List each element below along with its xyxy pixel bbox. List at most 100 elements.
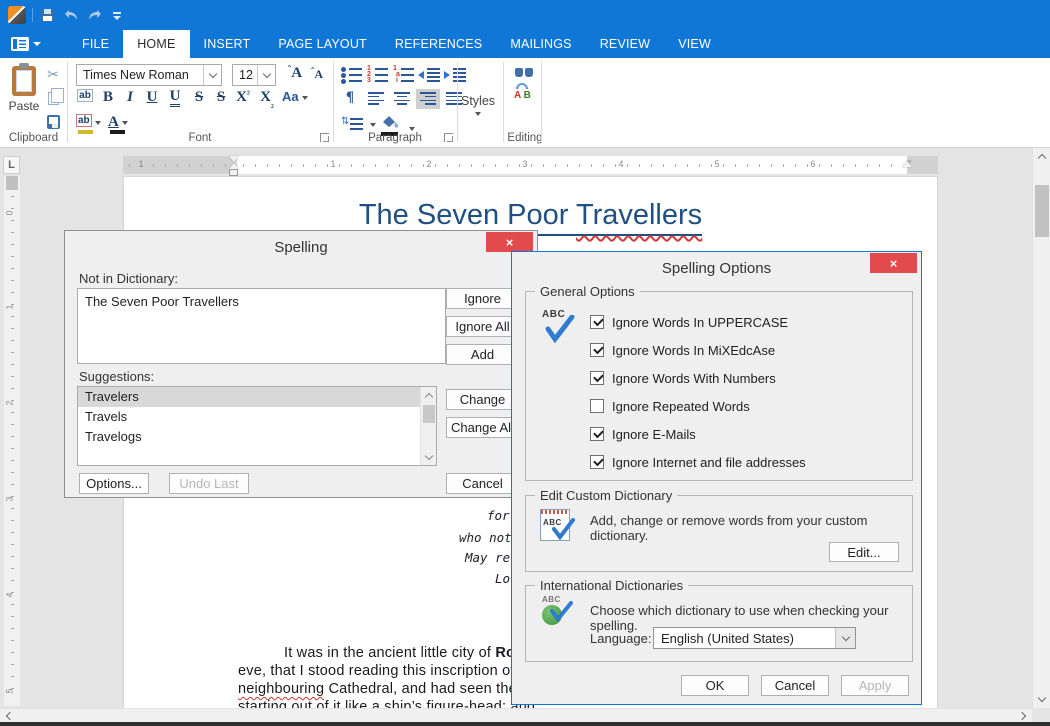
ruler-number: 2	[5, 400, 15, 405]
horizontal-ruler[interactable]: 1 1 2 3 4 5 6 7	[123, 156, 938, 174]
paragraph-dialog-launcher-icon[interactable]	[444, 133, 453, 142]
multilevel-list-button[interactable]: 1 a i	[392, 64, 416, 84]
font-color-button[interactable]: A	[108, 114, 128, 134]
chevron-down-icon[interactable]	[203, 65, 221, 85]
show-marks-button[interactable]: ¶	[341, 89, 359, 109]
checkbox[interactable]	[590, 427, 604, 441]
font-name-combobox[interactable]: Times New Roman	[76, 64, 222, 86]
double-strikethrough-button[interactable]: S	[212, 89, 230, 109]
shrink-font-button[interactable]: ˆA	[308, 67, 326, 87]
suggestion-item[interactable]: Travels	[78, 407, 436, 427]
close-icon[interactable]: ×	[486, 232, 533, 252]
close-icon[interactable]: ×	[870, 253, 917, 273]
vertical-scrollbar[interactable]	[1032, 148, 1050, 708]
grow-font-button[interactable]: ˆA	[286, 65, 304, 85]
tab-review[interactable]: REVIEW	[586, 30, 665, 58]
options-button[interactable]: Options...	[79, 473, 149, 494]
bullets-button[interactable]	[340, 64, 364, 84]
replace-button[interactable]: A B	[514, 90, 531, 101]
tab-file[interactable]: FILE	[68, 30, 123, 58]
vertical-ruler-thumb[interactable]	[6, 176, 18, 190]
styles-button[interactable]: Styles	[461, 94, 495, 116]
language-dropdown[interactable]: English (United States)	[653, 627, 856, 649]
paste-special-button[interactable]	[42, 112, 64, 132]
vertical-ruler[interactable]: 0 1 2 3 4 5	[4, 176, 20, 706]
ignore-all-button[interactable]: Ignore All	[446, 316, 519, 337]
clear-formatting-button[interactable]: ab	[76, 89, 94, 109]
strikethrough-button[interactable]: S	[190, 89, 208, 109]
tab-mailings[interactable]: MAILINGS	[496, 30, 585, 58]
undo-icon[interactable]	[62, 6, 80, 24]
ignore-button[interactable]: Ignore	[446, 288, 519, 309]
chevron-down-icon[interactable]	[257, 65, 275, 85]
font-size-combobox[interactable]: 12	[232, 64, 276, 86]
tab-page-layout[interactable]: PAGE LAYOUT	[264, 30, 381, 58]
align-center-button[interactable]	[390, 89, 414, 109]
tab-references[interactable]: REFERENCES	[381, 30, 496, 58]
shading-button[interactable]	[380, 114, 404, 134]
ok-button[interactable]: OK	[681, 675, 749, 696]
apply-button[interactable]: Apply	[841, 675, 909, 696]
italic-button[interactable]: I	[121, 89, 139, 109]
customize-quick-access-icon[interactable]	[112, 12, 122, 20]
underline-button[interactable]: U	[143, 89, 161, 109]
change-case-button[interactable]: Aa	[282, 89, 308, 109]
tab-home[interactable]: HOME	[123, 30, 189, 58]
chevron-down-icon[interactable]	[835, 628, 855, 648]
numbering-button[interactable]: 1 2 3	[366, 64, 390, 84]
scroll-up-icon[interactable]	[421, 387, 437, 403]
spelling-options-title: Spelling Options	[512, 260, 921, 277]
listbox-scrollbar-thumb[interactable]	[423, 405, 435, 423]
vertical-scrollbar-thumb[interactable]	[1035, 185, 1049, 237]
change-button[interactable]: Change	[446, 389, 519, 410]
undo-last-button[interactable]: Undo Last	[169, 473, 249, 494]
save-icon[interactable]	[38, 6, 56, 24]
align-right-button[interactable]	[416, 89, 440, 109]
align-left-button[interactable]	[364, 89, 388, 109]
double-underline-button[interactable]: U	[166, 89, 184, 109]
cut-button[interactable]: ✂	[42, 64, 64, 84]
change-all-button[interactable]: Change All	[446, 417, 519, 438]
scroll-left-icon[interactable]	[0, 709, 18, 723]
checkbox[interactable]	[590, 455, 604, 469]
right-indent-marker[interactable]	[902, 161, 912, 167]
tab-view[interactable]: VIEW	[664, 30, 725, 58]
superscript-button[interactable]: X²	[234, 89, 252, 109]
font-dialog-launcher-icon[interactable]	[320, 133, 329, 142]
suggestions-listbox[interactable]: TravelersTravelsTravelogs	[77, 386, 437, 466]
listbox-scrollbar[interactable]	[420, 387, 436, 465]
find-button[interactable]	[514, 66, 534, 78]
tab-stop-selector[interactable]: L	[3, 156, 20, 174]
left-indent-marker[interactable]	[229, 169, 238, 176]
edit-dictionary-button[interactable]: Edit...	[829, 542, 899, 562]
scroll-right-icon[interactable]	[1014, 709, 1032, 723]
bold-button[interactable]: B	[99, 89, 117, 109]
scroll-up-icon[interactable]	[1033, 148, 1050, 165]
increase-indent-button[interactable]	[444, 64, 468, 84]
paste-button[interactable]: Paste	[4, 62, 44, 138]
horizontal-scrollbar[interactable]	[0, 708, 1032, 722]
ribbon-display-options-button[interactable]	[0, 30, 52, 58]
highlight-color-button[interactable]: ab	[76, 114, 101, 134]
not-in-dictionary-textbox[interactable]: The Seven Poor Travellers	[77, 288, 446, 364]
suggestion-item[interactable]: Travelogs	[78, 427, 436, 447]
checkbox[interactable]	[590, 371, 604, 385]
checkbox[interactable]	[590, 315, 604, 329]
first-line-indent-marker[interactable]	[229, 156, 239, 162]
redo-icon[interactable]	[86, 6, 104, 24]
suggestion-item[interactable]: Travelers	[78, 387, 436, 407]
checkbox[interactable]	[590, 399, 604, 413]
checkbox[interactable]	[590, 343, 604, 357]
scroll-down-icon[interactable]	[421, 449, 437, 465]
tab-insert[interactable]: INSERT	[190, 30, 265, 58]
scroll-down-icon[interactable]	[1033, 691, 1050, 708]
subscript-button[interactable]: X₂	[258, 89, 276, 109]
cancel-button[interactable]: Cancel	[761, 675, 829, 696]
decrease-indent-button[interactable]	[418, 64, 442, 84]
window-edge	[0, 722, 1050, 726]
cancel-button[interactable]: Cancel	[446, 473, 519, 494]
option-row: Ignore Words With Numbers	[590, 370, 776, 386]
line-spacing-button[interactable]: ⇅	[341, 114, 365, 134]
add-button[interactable]: Add	[446, 344, 519, 365]
copy-button[interactable]	[42, 88, 64, 108]
